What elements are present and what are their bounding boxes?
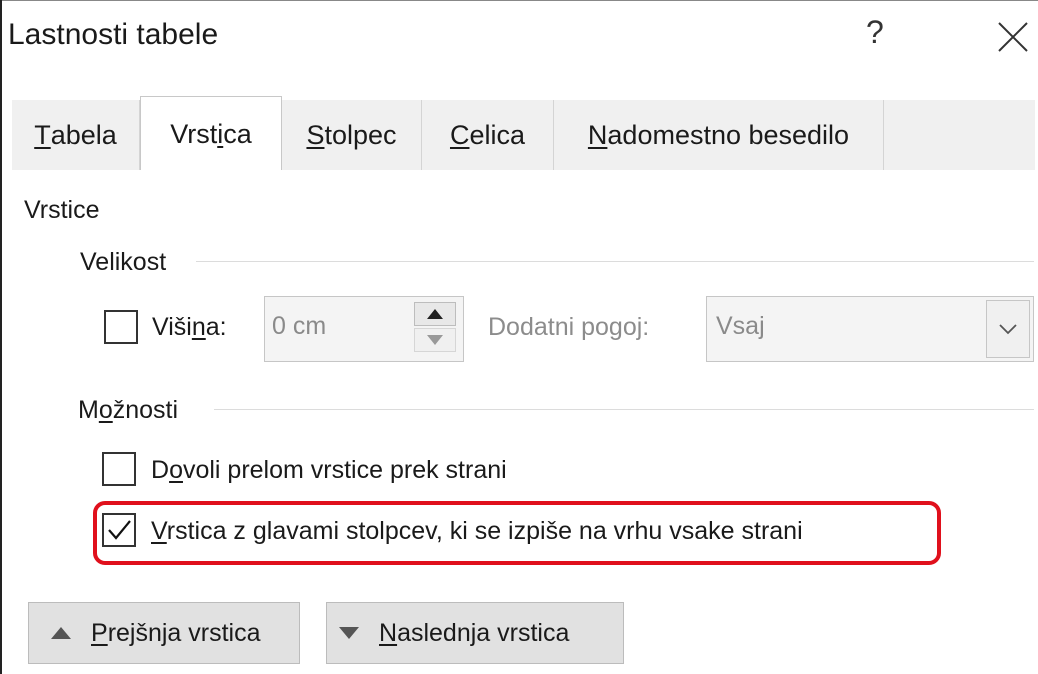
tab-tabela[interactable]: Tabela: [12, 100, 140, 170]
close-icon[interactable]: [996, 20, 1030, 54]
height-checkbox[interactable]: [104, 310, 138, 344]
allow-row-break-label: Dovoli prelom vrstice prek strani: [151, 456, 507, 484]
group-separator: [214, 409, 1034, 410]
group-label-moznosti: Možnosti: [78, 396, 179, 424]
window-left-border: [0, 0, 2, 674]
height-value: 0 cm: [272, 312, 327, 340]
dropdown-button[interactable]: [986, 300, 1030, 358]
condition-value: Vsaj: [716, 312, 765, 340]
dialog-title: Lastnosti tabele: [8, 18, 219, 51]
next-row-button[interactable]: Naslednja vrstica: [326, 602, 624, 664]
highlight-annotation: [93, 501, 941, 565]
tab-stolpec-accesskey: S: [306, 119, 325, 150]
group-label-velikost: Velikost: [80, 248, 167, 276]
chevron-down-icon: [999, 324, 1017, 335]
spin-up-button[interactable]: [414, 302, 456, 326]
help-button[interactable]: ?: [866, 14, 884, 51]
tab-celica-accesskey: C: [449, 119, 470, 150]
window-top-border: [0, 0, 1038, 1]
section-label-vrstice: Vrstice: [24, 196, 100, 224]
allow-row-break-checkbox[interactable]: [102, 452, 136, 486]
tab-nadomestno-accesskey: N: [587, 119, 608, 150]
group-separator: [196, 261, 1034, 262]
height-label: Višina:: [152, 313, 227, 341]
tab-stolpec[interactable]: Stolpec: [282, 100, 422, 170]
triangle-up-icon: [427, 309, 443, 319]
arrow-down-icon: [339, 627, 359, 639]
spin-down-button[interactable]: [414, 328, 456, 352]
condition-label: Dodatni pogoj:: [488, 313, 650, 341]
tab-tabela-accesskey: T: [34, 119, 51, 150]
tab-celica[interactable]: Celica: [422, 100, 554, 170]
triangle-down-icon: [427, 335, 443, 345]
tab-nadomestno-besedilo[interactable]: Nadomestno besedilo: [554, 100, 884, 170]
tab-vrstica[interactable]: Vrst i ca: [140, 96, 282, 172]
previous-row-button[interactable]: Prejšnja vrstica: [28, 602, 300, 664]
arrow-up-icon: [51, 627, 71, 639]
